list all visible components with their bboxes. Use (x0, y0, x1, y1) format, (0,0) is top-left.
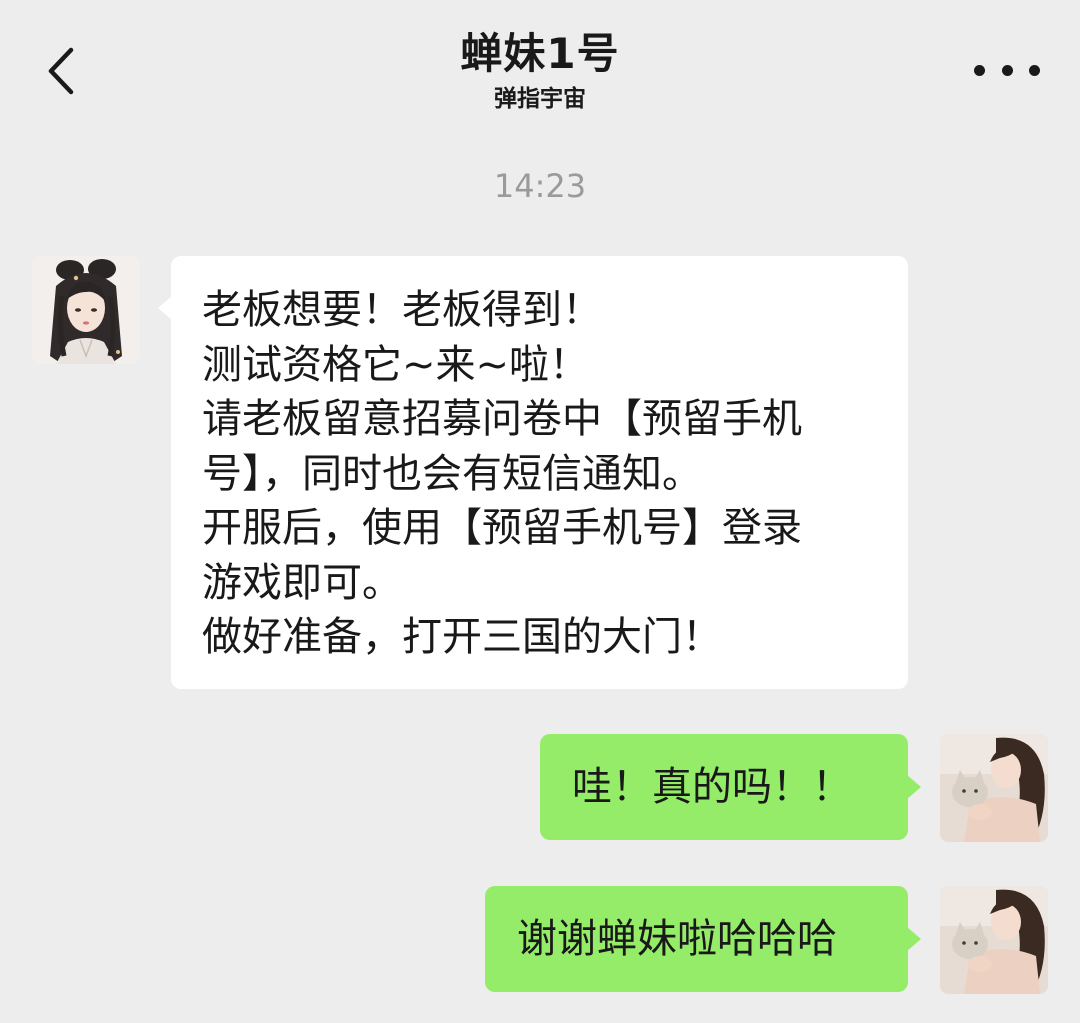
user-avatar[interactable] (940, 734, 1048, 842)
chat-subtitle: 弹指宇宙 (494, 86, 586, 112)
message-line: 测试资格它~来~啦！ (202, 341, 590, 388)
message-line: 做好准备，打开三国的大门！ (202, 614, 722, 660)
message-line: 开服后，使用【预留手机号】登录 (202, 505, 802, 551)
more-dot (1029, 64, 1040, 76)
message-line: 请老板留意招募问卷中【预留手机 (202, 396, 802, 442)
chat-header: 蝉妹1号 弹指宇宙 (0, 0, 1080, 130)
incoming-message-bubble[interactable]: 老板想要！老板得到！ 测试资格它~来~啦！ 请老板留意招募问卷中【预留手机 号】… (158, 256, 908, 689)
more-dot (1001, 64, 1013, 76)
message-timestamp: 14:23 (493, 167, 587, 205)
message-line: 号】，同时也会有短信通知。 (202, 450, 702, 497)
outgoing-message-bubble[interactable]: 哇！真的吗！！ (540, 734, 921, 840)
ancient-lady-illustration-avatar (32, 256, 140, 364)
message-text: 谢谢蝉妹啦哈哈哈 (517, 915, 837, 962)
message-line: 老板想要！老板得到！ (202, 287, 602, 333)
girl-with-cat-photo-avatar (940, 734, 1048, 842)
outgoing-message-bubble[interactable]: 谢谢蝉妹啦哈哈哈 (485, 886, 921, 992)
message-line: 游戏即可。 (202, 559, 402, 606)
more-dots-icon (974, 64, 985, 76)
contact-avatar[interactable] (32, 256, 140, 364)
user-avatar[interactable] (940, 886, 1048, 994)
more-options-button[interactable] (974, 50, 1040, 90)
chat-title: 蝉妹1号 (460, 29, 620, 78)
girl-with-cat-photo-avatar (940, 886, 1048, 994)
message-text: 哇！真的吗！！ (572, 763, 852, 810)
